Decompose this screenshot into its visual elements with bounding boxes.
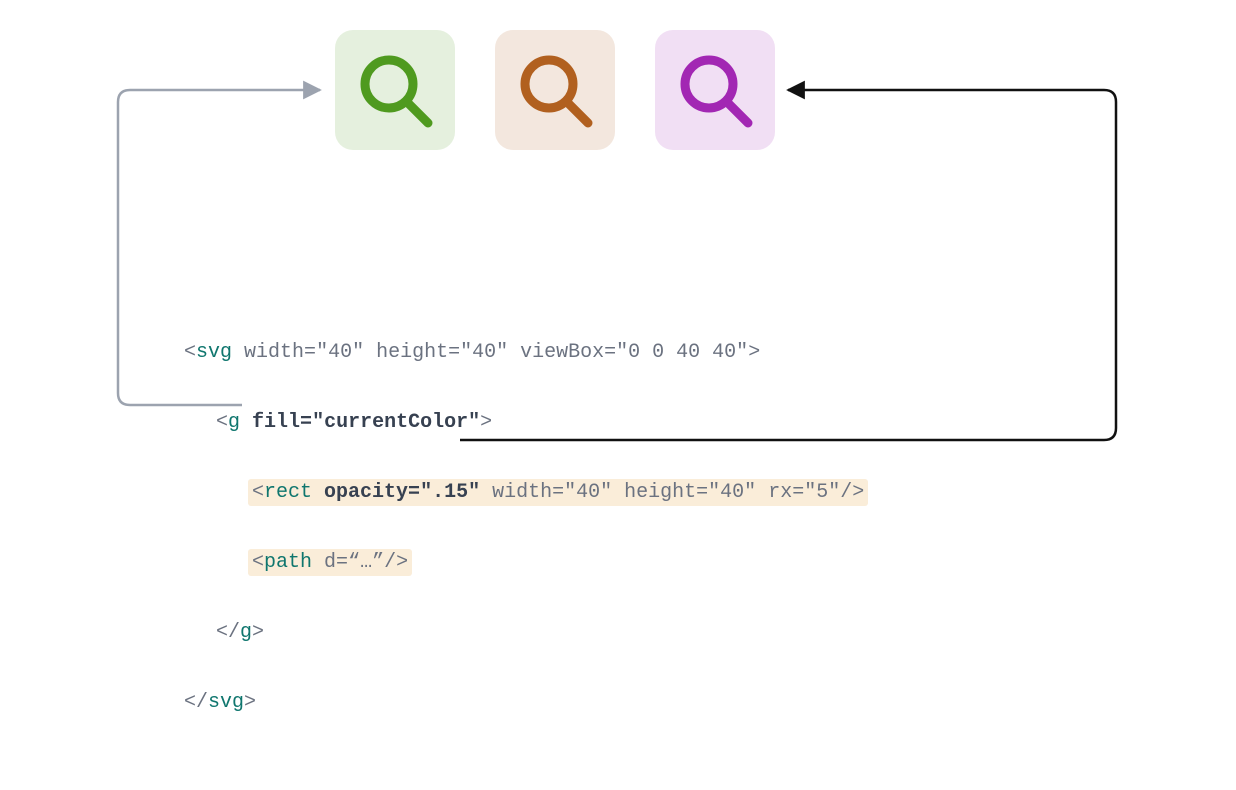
search-icon-brown xyxy=(495,30,615,150)
code-line-3: <rect opacity=".15" width="40" height="4… xyxy=(184,475,868,510)
code-line-4: <path d=“…”/> xyxy=(184,545,868,580)
search-icon-green xyxy=(335,30,455,150)
icon-variants-row xyxy=(335,30,775,150)
code-line-6: </svg> xyxy=(184,685,868,720)
search-icon-purple xyxy=(655,30,775,150)
diagram-canvas: <svg width="40" height="40" viewBox="0 0… xyxy=(0,0,1236,592)
code-line-2: <g fill="currentColor"> xyxy=(184,405,868,440)
code-snippet: <svg width="40" height="40" viewBox="0 0… xyxy=(184,300,868,790)
code-line-1: <svg width="40" height="40" viewBox="0 0… xyxy=(184,335,868,370)
code-line-5: </g> xyxy=(184,615,868,650)
